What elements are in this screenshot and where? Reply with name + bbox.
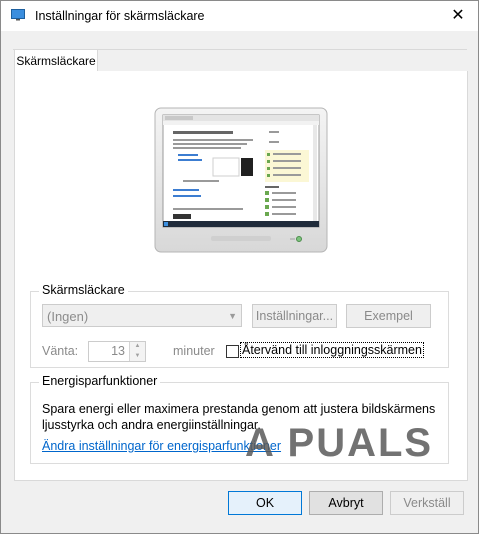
screensaver-select-value: (Ingen)	[47, 309, 89, 324]
settings-button[interactable]: Inställningar...	[252, 304, 337, 328]
stepper-arrows[interactable]: ▲ ▼	[129, 342, 145, 361]
wait-minutes-stepper[interactable]: 13 ▲ ▼	[88, 341, 146, 362]
chevron-down-icon: ▼	[228, 311, 237, 321]
close-icon[interactable]: ✕	[438, 1, 478, 31]
minutes-label: minuter	[173, 344, 215, 358]
wait-label: Vänta:	[42, 344, 79, 358]
resume-logon-checkbox[interactable]	[226, 345, 239, 358]
apply-button[interactable]: Verkställ	[390, 491, 464, 515]
cancel-button[interactable]: Avbryt	[309, 491, 383, 515]
preview-button[interactable]: Exempel	[346, 304, 431, 328]
tab-panel: Skärmsläckare (Ingen) ▼ Inställningar...…	[14, 71, 468, 481]
screensaver-group-label: Skärmsläckare	[39, 283, 128, 297]
power-group-label: Energisparfunktioner	[39, 374, 161, 388]
ok-button[interactable]: OK	[228, 491, 302, 515]
stepper-up-icon[interactable]: ▲	[130, 342, 145, 351]
wait-minutes-value: 13	[111, 344, 125, 358]
window-title: Inställningar för skärmsläckare	[35, 9, 205, 23]
screensaver-preview-monitor	[154, 107, 328, 253]
watermark-logo: A PUALS	[245, 421, 434, 465]
screensaver-settings-window: Inställningar för skärmsläckare ✕ Skärms…	[0, 0, 479, 534]
resume-logon-label[interactable]: Återvänd till inloggningsskärmen	[240, 342, 424, 358]
tab-screensaver[interactable]: Skärmsläckare	[14, 49, 98, 72]
monitor-app-icon	[11, 9, 25, 21]
screensaver-select[interactable]: (Ingen) ▼	[42, 304, 242, 327]
title-bar[interactable]: Inställningar för skärmsläckare ✕	[1, 1, 478, 31]
stepper-down-icon[interactable]: ▼	[130, 352, 145, 361]
